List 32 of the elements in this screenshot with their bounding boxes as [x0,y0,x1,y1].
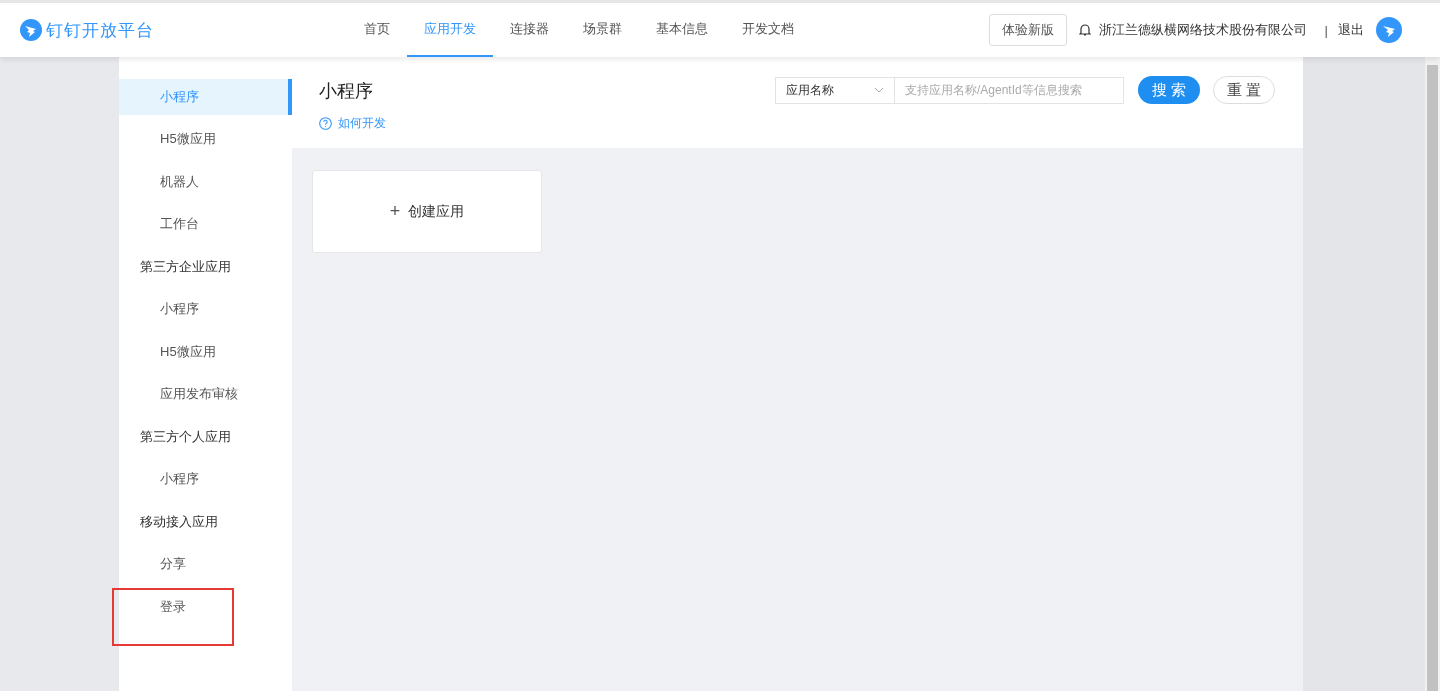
nav-tab[interactable]: 场景群 [566,3,639,57]
logout-link[interactable]: 退出 [1338,21,1364,39]
nav-tab[interactable]: 连接器 [493,3,566,57]
menu-group-label: 第三方企业应用 [139,257,232,276]
chevron-down-icon [874,87,884,93]
company-name[interactable]: 浙江兰德纵横网络技术股份有限公司 [1098,21,1307,39]
nav-tab[interactable]: 首页 [347,3,407,57]
create-app-card[interactable]: + 创建应用 [312,170,542,253]
avatar-icon[interactable] [1376,17,1402,43]
menu-item[interactable]: 小程序 [119,458,292,501]
menu-item[interactable]: H5微应用 [119,118,292,161]
separator: | [1324,22,1328,38]
try-new-version-button[interactable]: 体验新版 [988,14,1067,46]
menu-item[interactable]: 应用发布审核 [119,373,292,416]
menu-item[interactable]: 工作台 [119,203,292,246]
menu-item[interactable]: 机器人 [119,160,292,203]
menu-item[interactable]: 小程序 [119,288,292,331]
reset-button[interactable]: 重 置 [1213,76,1275,104]
menu-group-label: 第三方个人应用 [139,427,232,446]
filter-dropdown[interactable]: 应用名称 [775,76,895,104]
scrollbar-thumb[interactable] [1427,65,1438,691]
nav-tab[interactable]: 开发文档 [725,3,811,57]
search-field[interactable]: 支持应用名称/AgentId等信息搜索 [895,76,1124,104]
logo-icon [20,19,42,41]
menu-item[interactable]: 登录 [119,585,292,628]
help-icon [319,117,332,130]
bell-icon[interactable] [1078,23,1091,37]
nav-tab[interactable]: 基本信息 [639,3,725,57]
menu-item[interactable]: H5微应用 [119,330,292,373]
menu-group-label: 移动接入应用 [139,512,219,531]
page-title: 小程序 [319,80,374,103]
menu-item[interactable]: 分享 [119,543,292,586]
